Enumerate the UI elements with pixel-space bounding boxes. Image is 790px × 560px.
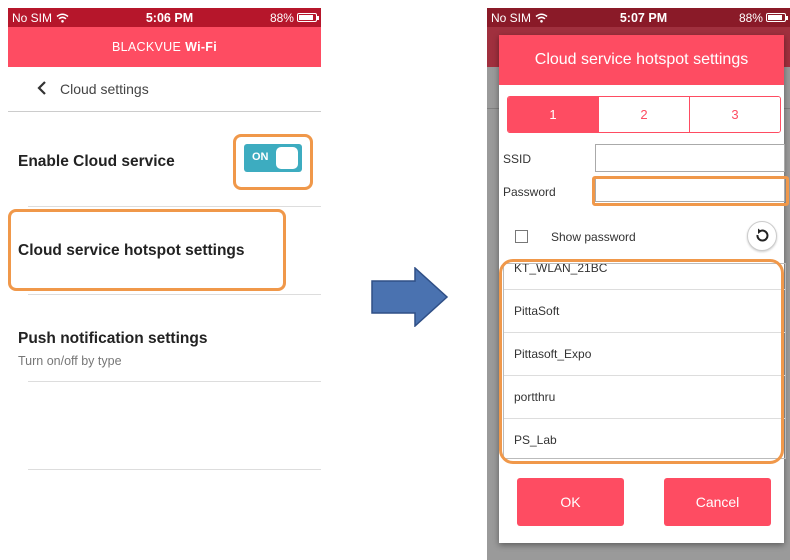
carrier-label: No SIM (12, 10, 53, 25)
highlight-toggle (233, 134, 313, 190)
ssid-input[interactable] (595, 144, 785, 172)
app-brand: BLACKVUE (111, 40, 182, 54)
show-password-label: Show password (551, 230, 636, 244)
back-nav[interactable]: Cloud settings (8, 67, 321, 112)
status-bar: No SIM 5:06 PM 88% (8, 8, 321, 27)
highlight-password (592, 176, 789, 206)
password-label: Password (503, 185, 556, 199)
right-phone-screen: No SIM 5:07 PM 88% Cloud service hotspot… (487, 8, 790, 560)
ssid-label: SSID (503, 152, 532, 166)
battery-icon (296, 13, 319, 22)
push-notification-sub: Turn on/off by type (18, 354, 122, 368)
status-bar: No SIM 5:07 PM 88% (487, 8, 790, 27)
back-nav-label: Cloud settings (60, 81, 149, 97)
highlight-network-list (499, 259, 784, 464)
divider (28, 381, 321, 382)
show-password-checkbox[interactable] (515, 230, 528, 243)
divider (28, 469, 321, 470)
divider (28, 294, 321, 295)
tab-3[interactable]: 3 (690, 97, 780, 132)
dialog-title: Cloud service hotspot settings (499, 35, 784, 85)
highlight-hotspot (8, 209, 286, 291)
left-phone-screen: No SIM 5:06 PM 88% BLACKVUE Wi-Fi Cloud s… (8, 8, 321, 560)
app-title-bar: BLACKVUE Wi-Fi (8, 27, 321, 67)
tab-2[interactable]: 2 (599, 97, 690, 132)
push-notification-label: Push notification settings (18, 330, 208, 347)
chevron-left-icon[interactable] (36, 78, 48, 100)
hotspot-dialog: Cloud service hotspot settings 1 2 3 SSI… (499, 35, 789, 543)
ok-button[interactable]: OK (517, 478, 624, 526)
divider (28, 206, 321, 207)
carrier-label: No SIM (491, 10, 532, 25)
hotspot-tabs: 1 2 3 (507, 96, 781, 133)
battery-percent: 88% (738, 10, 763, 25)
battery-percent: 88% (269, 10, 294, 25)
wifi-icon (56, 13, 69, 23)
refresh-button[interactable] (747, 221, 777, 251)
app-brand-suffix: Wi-Fi (185, 40, 218, 54)
right-arrow-icon (371, 267, 449, 327)
cancel-button[interactable]: Cancel (664, 478, 771, 526)
wifi-icon (535, 13, 548, 23)
battery-icon (765, 13, 788, 22)
status-time: 5:07 PM (619, 10, 668, 25)
refresh-icon (756, 228, 769, 242)
status-time: 5:06 PM (145, 10, 194, 25)
tab-1[interactable]: 1 (508, 97, 599, 132)
push-notification-row[interactable]: Push notification settings Turn on/off b… (8, 330, 321, 368)
